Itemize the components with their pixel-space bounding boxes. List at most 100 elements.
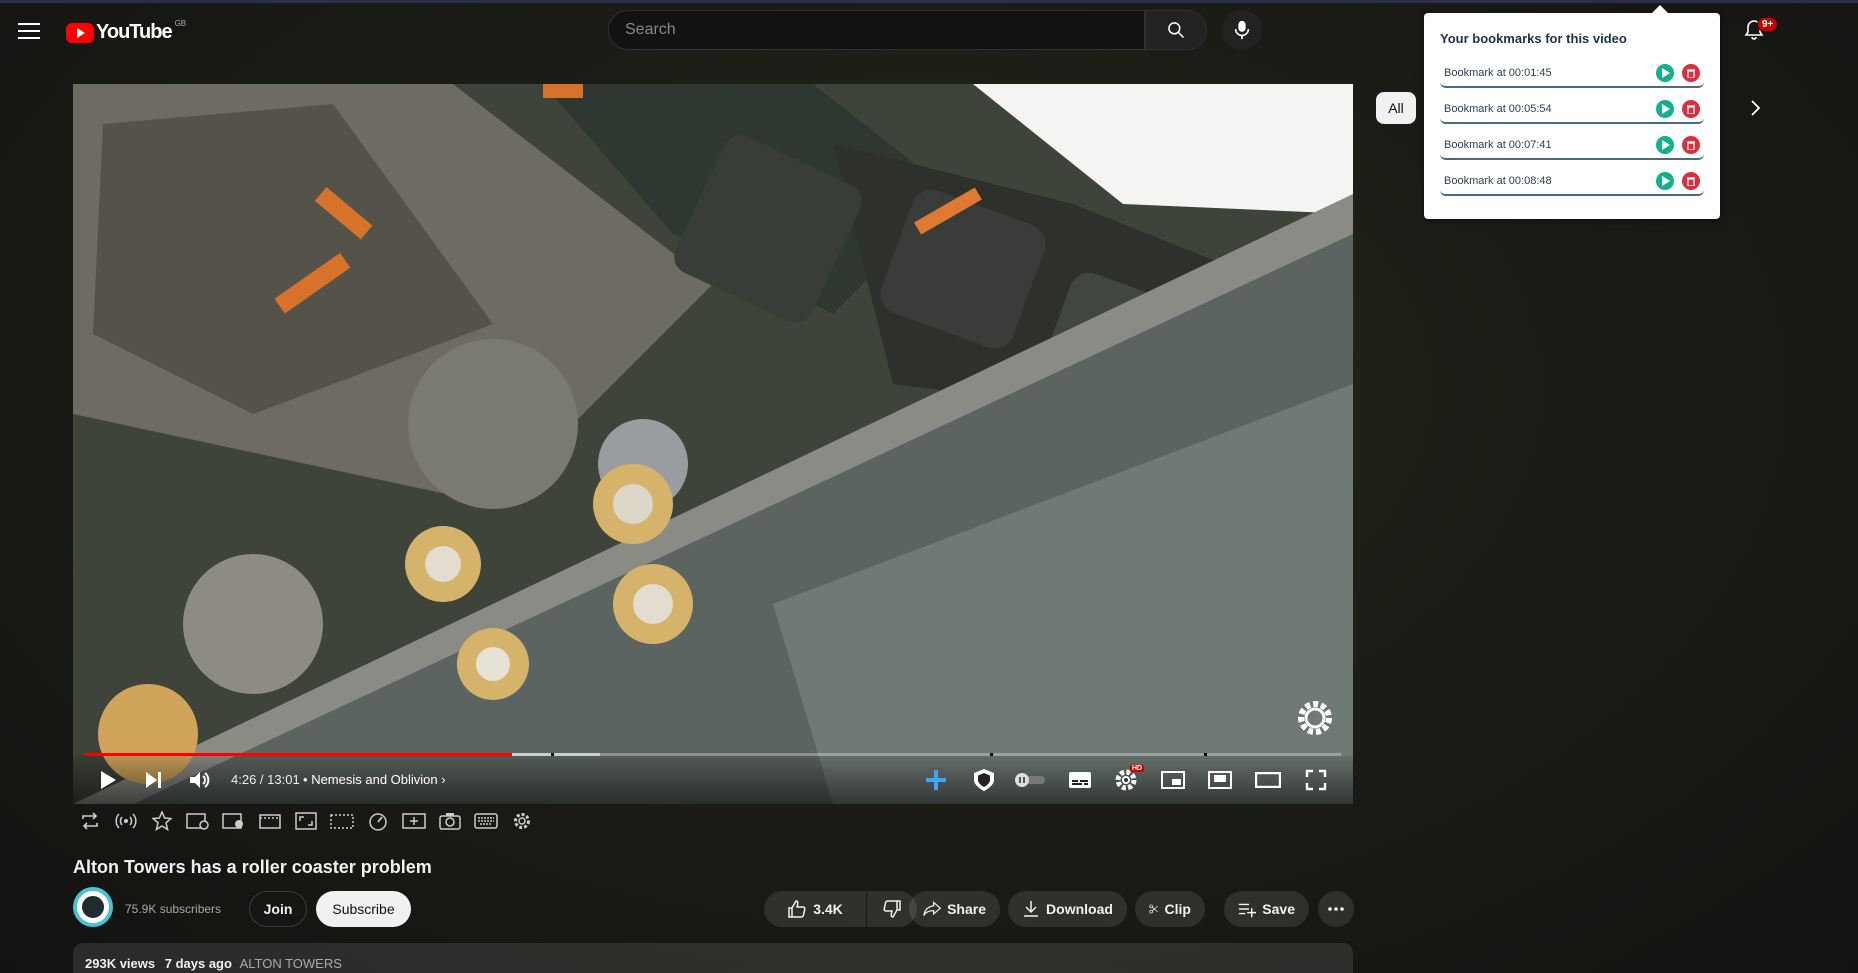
adblock-shield-button[interactable] <box>971 768 997 792</box>
miniplayer-icon <box>1161 771 1185 789</box>
popout-icon <box>330 814 354 829</box>
fullscreen-button[interactable] <box>1303 768 1329 792</box>
expand-button[interactable] <box>294 810 318 832</box>
pop-out-button[interactable] <box>330 810 354 832</box>
video-filter-icon <box>222 813 243 829</box>
settings-button[interactable]: HD <box>1113 765 1145 792</box>
toggle-icon <box>1015 773 1045 787</box>
speed-button[interactable] <box>366 810 390 832</box>
bookmark-play-button[interactable] <box>1656 172 1674 190</box>
bookmark-play-button[interactable] <box>1656 64 1674 82</box>
bookmark-item: Bookmark at 00:08:48 <box>1440 168 1704 196</box>
playlist-add-icon <box>1238 903 1257 918</box>
bookmark-delete-button[interactable] <box>1682 136 1700 154</box>
expand-icon <box>295 812 317 830</box>
save-label: Save <box>1262 901 1295 917</box>
bookmark-label: Bookmark at 00:08:48 <box>1444 175 1552 187</box>
bookmark-delete-button[interactable] <box>1682 100 1700 118</box>
bookmark-item: Bookmark at 00:05:54 <box>1440 96 1704 124</box>
gear-overlay-icon <box>1298 701 1332 735</box>
download-icon <box>1024 901 1039 917</box>
hd-badge: HD <box>1130 765 1145 772</box>
subscriber-count: 75.9K subscribers <box>125 902 222 916</box>
enhancer-add-button[interactable] <box>923 768 949 792</box>
keyboard-button[interactable] <box>474 810 498 832</box>
video-settings-icon <box>186 813 209 830</box>
autoplay-toggle[interactable] <box>1013 768 1047 792</box>
bookmark-play-button[interactable] <box>1656 100 1674 118</box>
trash-icon <box>1687 69 1695 78</box>
play-button[interactable] <box>95 768 121 792</box>
country-code: GB <box>174 19 187 28</box>
youtube-logo[interactable]: YouTube GB <box>66 19 187 44</box>
chapter-name: Nemesis and Oblivion <box>311 772 438 787</box>
search-box[interactable] <box>608 10 1145 50</box>
thumbs-up-icon <box>788 900 806 918</box>
video-player[interactable]: 4:26 / 13:01 • Nemesis and Oblivion › HD <box>73 84 1353 804</box>
mute-button[interactable] <box>187 768 213 792</box>
keyboard-icon <box>474 813 498 829</box>
volume-icon <box>190 772 210 788</box>
channel-avatar[interactable] <box>73 887 113 927</box>
video-options-button[interactable] <box>186 810 210 832</box>
download-button[interactable]: Download <box>1008 891 1127 927</box>
hashtag[interactable]: ALTON TOWERS <box>240 956 342 971</box>
enhancer-toolbar <box>78 810 534 832</box>
camera-icon <box>439 813 461 830</box>
download-label: Download <box>1046 901 1113 917</box>
youtube-play-icon <box>66 22 94 43</box>
bookmark-item: Bookmark at 00:01:45 <box>1440 60 1704 88</box>
bookmarks-popup: Your bookmarks for this video Bookmark a… <box>1424 5 1720 219</box>
bookmark-delete-button[interactable] <box>1682 172 1700 190</box>
search-button[interactable] <box>1145 10 1207 50</box>
add-frame-button[interactable] <box>402 810 426 832</box>
plus-icon <box>926 770 946 790</box>
extension-settings-button[interactable] <box>510 810 534 832</box>
join-button[interactable]: Join <box>249 891 307 927</box>
bookmarks-title: Your bookmarks for this video <box>1440 31 1627 46</box>
video-title: Alton Towers has a roller coaster proble… <box>73 857 432 877</box>
notification-count-badge: 9+ <box>1757 17 1779 32</box>
clip-button[interactable]: Clip <box>1135 891 1205 927</box>
search-icon <box>1168 22 1185 39</box>
player-controls: 4:26 / 13:01 • Nemesis and Oblivion › HD <box>73 756 1353 804</box>
next-button[interactable] <box>141 768 167 792</box>
bookmark-label: Bookmark at 00:07:41 <box>1444 139 1552 151</box>
microphone-icon <box>1234 20 1250 40</box>
chapter-title[interactable]: • Nemesis and Oblivion › <box>303 772 446 787</box>
voice-search-button[interactable] <box>1222 10 1262 50</box>
description-box[interactable]: 293K views 7 days ago ALTON TOWERS <box>73 943 1353 973</box>
broadcast-icon <box>115 813 137 829</box>
cinema-mode-button[interactable] <box>258 810 282 832</box>
loop-button[interactable] <box>78 810 102 832</box>
play-icon <box>101 771 116 789</box>
video-frame <box>73 84 1353 804</box>
bookmark-delete-button[interactable] <box>1682 64 1700 82</box>
theater-mode-button[interactable] <box>1255 768 1281 792</box>
share-label: Share <box>947 901 986 917</box>
subtitles-button[interactable] <box>1067 768 1093 792</box>
time-display: 4:26 / 13:01 <box>231 772 300 787</box>
pip-button[interactable] <box>1207 768 1233 792</box>
chevron-right-icon[interactable] <box>1744 97 1766 119</box>
search-input[interactable] <box>609 11 1144 49</box>
gear-icon <box>514 813 530 829</box>
trash-icon <box>1687 105 1695 114</box>
bookmark-label: Bookmark at 00:05:54 <box>1444 103 1552 115</box>
miniplayer-button[interactable] <box>1160 768 1186 792</box>
screenshot-button[interactable] <box>438 810 462 832</box>
cast-button[interactable] <box>114 810 138 832</box>
trash-icon <box>1687 141 1695 150</box>
more-actions-button[interactable] <box>1318 891 1354 927</box>
like-button[interactable]: 3.4K <box>764 891 866 927</box>
subscribe-button[interactable]: Subscribe <box>316 891 411 927</box>
share-button[interactable]: Share <box>909 891 1000 927</box>
favorite-button[interactable] <box>150 810 174 832</box>
menu-icon[interactable] <box>18 23 40 41</box>
save-button[interactable]: Save <box>1224 891 1309 927</box>
chip-all[interactable]: All <box>1376 92 1416 124</box>
bookmark-play-button[interactable] <box>1656 136 1674 154</box>
clip-label: Clip <box>1164 901 1191 917</box>
subtitles-icon <box>1069 772 1091 788</box>
video-filter-button[interactable] <box>222 810 246 832</box>
